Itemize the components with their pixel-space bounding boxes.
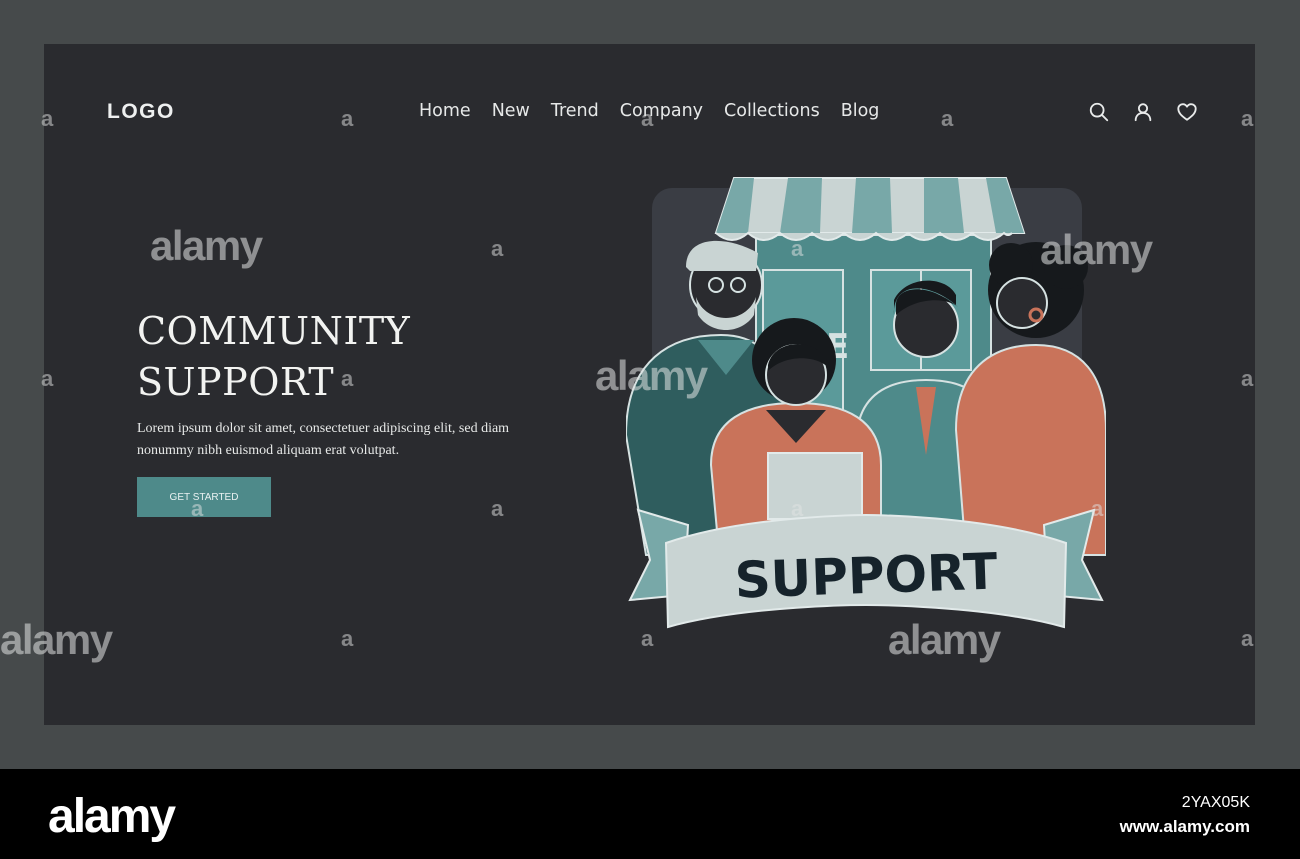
footer-url: www.alamy.com (1119, 817, 1250, 836)
footer-image-info: 2YAX05K www.alamy.com (1120, 791, 1250, 839)
watermark-letter: a (641, 106, 654, 131)
get-started-button[interactable]: GET STARTED (137, 477, 271, 517)
hero-description: Lorem ipsum dolor sit amet, consectetuer… (137, 421, 510, 458)
nav-link-trend[interactable]: Trend (551, 101, 599, 121)
watermark-letter: a (191, 496, 204, 521)
watermark: alamy (0, 616, 113, 663)
nav-link-home[interactable]: Home (419, 101, 471, 121)
watermark-letter: a (791, 236, 804, 261)
shop-awning (714, 177, 1026, 241)
footer-logo: alamy (48, 790, 176, 843)
watermark-letter: a (1241, 626, 1254, 651)
watermark-letter: a (41, 366, 54, 391)
watermark-letter: a (1091, 496, 1104, 521)
heart-icon[interactable] (1176, 101, 1198, 123)
watermark-letter: a (791, 496, 804, 521)
watermark: alamy (1040, 226, 1153, 273)
watermark-letter: a (1241, 106, 1254, 131)
watermark-letter: a (1241, 366, 1254, 391)
hero-title-line-2: SUPPORT (137, 360, 335, 404)
nav-link-company[interactable]: Company (620, 101, 703, 121)
site-logo[interactable]: LOGO (107, 100, 175, 124)
hero-title: COMMUNITY SUPPORT (137, 306, 410, 408)
search-icon[interactable] (1088, 101, 1110, 123)
watermark: alamy (595, 352, 708, 399)
watermark-letter: a (941, 106, 954, 131)
header-icons (1088, 101, 1198, 123)
nav-link-new[interactable]: New (492, 101, 530, 121)
community-support-illustration: E SUPPORT (626, 177, 1106, 629)
watermark: alamy (150, 222, 263, 269)
nav-link-blog[interactable]: Blog (841, 101, 880, 121)
stock-footer-bar: alamy 2YAX05K www.alamy.com (0, 769, 1300, 859)
banner-text: SUPPORT (734, 542, 999, 609)
watermark-letter: a (341, 366, 354, 391)
watermark-letter: a (491, 496, 504, 521)
held-tablet (767, 452, 863, 520)
watermark-letter: a (41, 106, 54, 131)
hero-title-line-1: COMMUNITY (137, 309, 411, 353)
user-icon[interactable] (1132, 101, 1154, 123)
watermark: alamy (888, 616, 1001, 663)
watermark-letter: a (641, 626, 654, 651)
footer-image-id: 2YAX05K (1181, 794, 1250, 811)
watermark-letter: a (341, 106, 354, 131)
nav-link-collections[interactable]: Collections (724, 101, 820, 121)
watermark-letter: a (341, 626, 354, 651)
watermark-letter: a (491, 236, 504, 261)
